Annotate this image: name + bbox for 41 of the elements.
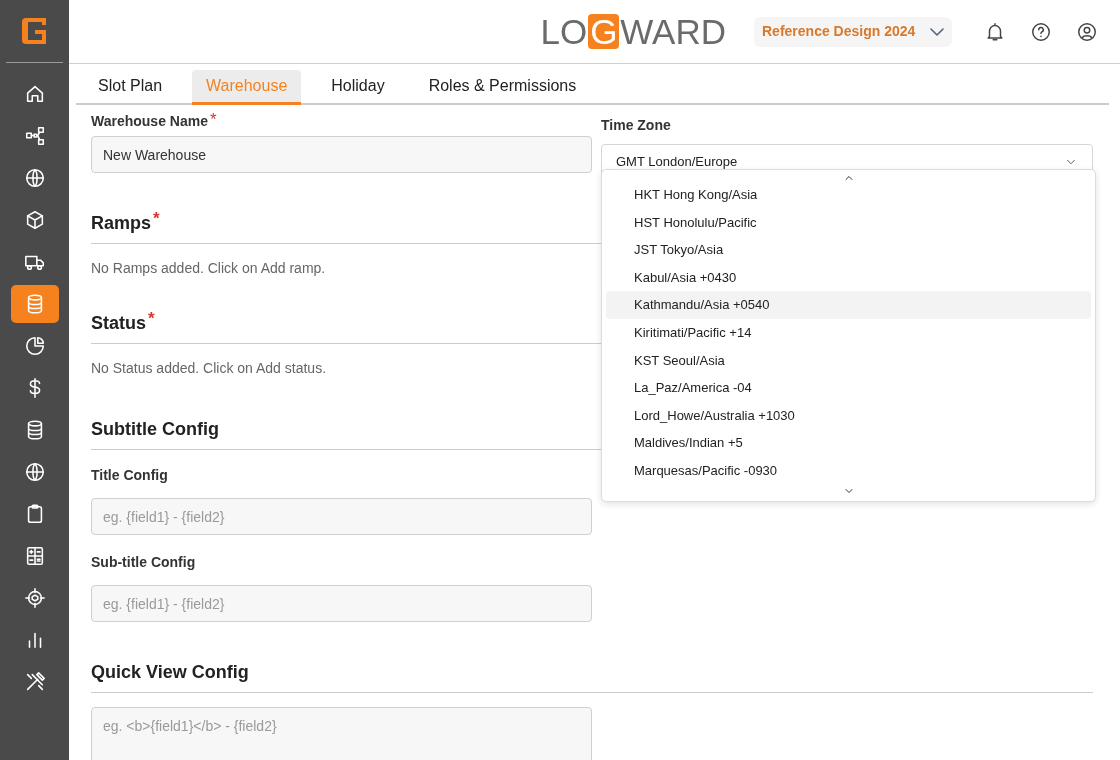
text-area[interactable]: eg. <b>{field1}</b> - {field2}	[91, 707, 592, 760]
dropdown-option[interactable]: Kabul/Asia +0430	[606, 263, 1091, 292]
section-title: Subtitle Config	[91, 418, 219, 441]
globe-icon	[23, 461, 46, 483]
dropdown-option[interactable]: La_Paz/America -04	[606, 374, 1091, 402]
tab[interactable]: Roles & Permissions	[414, 70, 591, 105]
globe-icon	[23, 167, 46, 189]
dropdown-option[interactable]: Kathmandu/Asia +0540	[606, 291, 1091, 319]
dropdown-option[interactable]: Kiritimati/Pacific +14	[606, 318, 1091, 347]
dropdown-option[interactable]: HKT Hong Kong/Asia	[606, 181, 1091, 209]
sidebar-item[interactable]	[10, 285, 59, 323]
section-title: Ramps	[91, 212, 152, 235]
empty-message: No Ramps added. Click on Add ramp.	[91, 259, 326, 278]
target-icon	[23, 587, 46, 609]
help-icon	[1030, 21, 1052, 44]
dropdown-option[interactable]: Marquesas/Pacific -0930	[606, 456, 1091, 485]
text-field[interactable]: New Warehouse	[91, 136, 592, 173]
required-asterisk: *	[153, 210, 160, 227]
section-title: Status	[91, 312, 146, 335]
field-label: Sub-title Config	[91, 553, 197, 572]
pie-chart-icon	[23, 335, 46, 357]
text-field[interactable]: eg. {field1} - {field2}	[91, 498, 592, 535]
required-asterisk: *	[148, 310, 155, 327]
dropdown-option[interactable]: Lord_Howe/Australia +1030	[606, 401, 1091, 430]
dropdown-option[interactable]: Maldives/Indian +5	[606, 429, 1091, 457]
tab[interactable]: Holiday	[317, 70, 399, 105]
required-asterisk: *	[209, 111, 217, 128]
text-field[interactable]: eg. {field1} - {field2}	[91, 585, 592, 622]
dropdown-option[interactable]: JST Tokyo/Asia	[606, 236, 1091, 264]
dropdown-option[interactable]: KST Seoul/Asia	[606, 346, 1091, 375]
dropdown-option[interactable]: HST Honolulu/Pacific	[606, 208, 1091, 237]
field-label: Time Zone	[601, 116, 672, 135]
hierarchy-icon	[23, 125, 46, 147]
section-title: Quick View Config	[91, 661, 249, 684]
tab[interactable]: Slot Plan	[84, 70, 177, 105]
chevron-down-icon	[930, 27, 944, 36]
user-icon	[1076, 21, 1098, 44]
empty-message: No Status added. Click on Add status.	[91, 359, 327, 378]
field-label: Title Config	[91, 466, 169, 485]
logo: LOGWARD	[540, 14, 726, 49]
field-label: Warehouse Name	[91, 112, 208, 131]
